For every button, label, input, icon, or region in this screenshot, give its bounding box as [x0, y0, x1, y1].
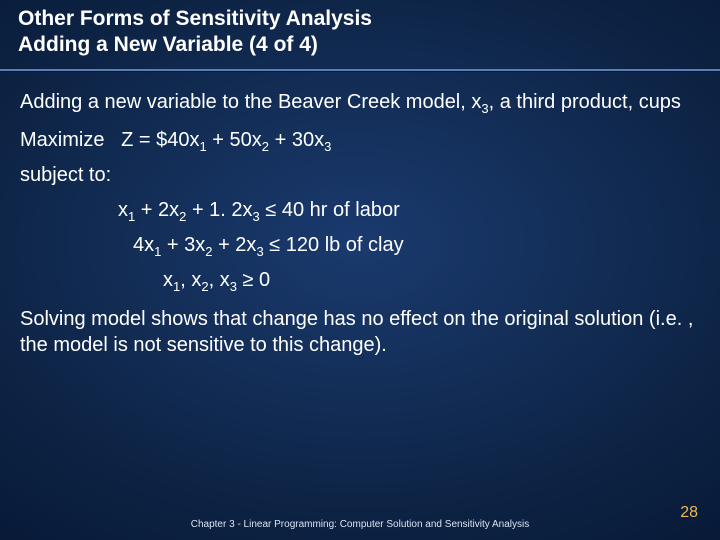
slide-body: Adding a new variable to the Beaver Cree… — [0, 71, 720, 358]
title-line-1: Other Forms of Sensitivity Analysis — [18, 6, 702, 32]
intro-text: Adding a new variable to the Beaver Cree… — [20, 89, 700, 115]
constraint-labor: x1 + 2x2 + 1. 2x3 ≤ 40 hr of labor — [20, 199, 700, 222]
footer-chapter: Chapter 3 - Linear Programming: Computer… — [0, 519, 720, 530]
constraint-clay: 4x1 + 3x2 + 2x3 ≤ 120 lb of clay — [20, 234, 700, 257]
objective-function: Maximize Z = $40x1 + 50x2 + 30x3 — [20, 129, 700, 152]
slide-header: Other Forms of Sensitivity Analysis Addi… — [0, 0, 720, 67]
title-line-2: Adding a New Variable (4 of 4) — [18, 32, 702, 58]
constraint-nonneg: x1, x2, x3 ≥ 0 — [20, 269, 700, 292]
subject-to-label: subject to: — [20, 164, 700, 187]
conclusion-text: Solving model shows that change has no e… — [20, 306, 700, 358]
page-number: 28 — [680, 504, 698, 522]
constraints-block: x1 + 2x2 + 1. 2x3 ≤ 40 hr of labor 4x1 +… — [20, 199, 700, 292]
